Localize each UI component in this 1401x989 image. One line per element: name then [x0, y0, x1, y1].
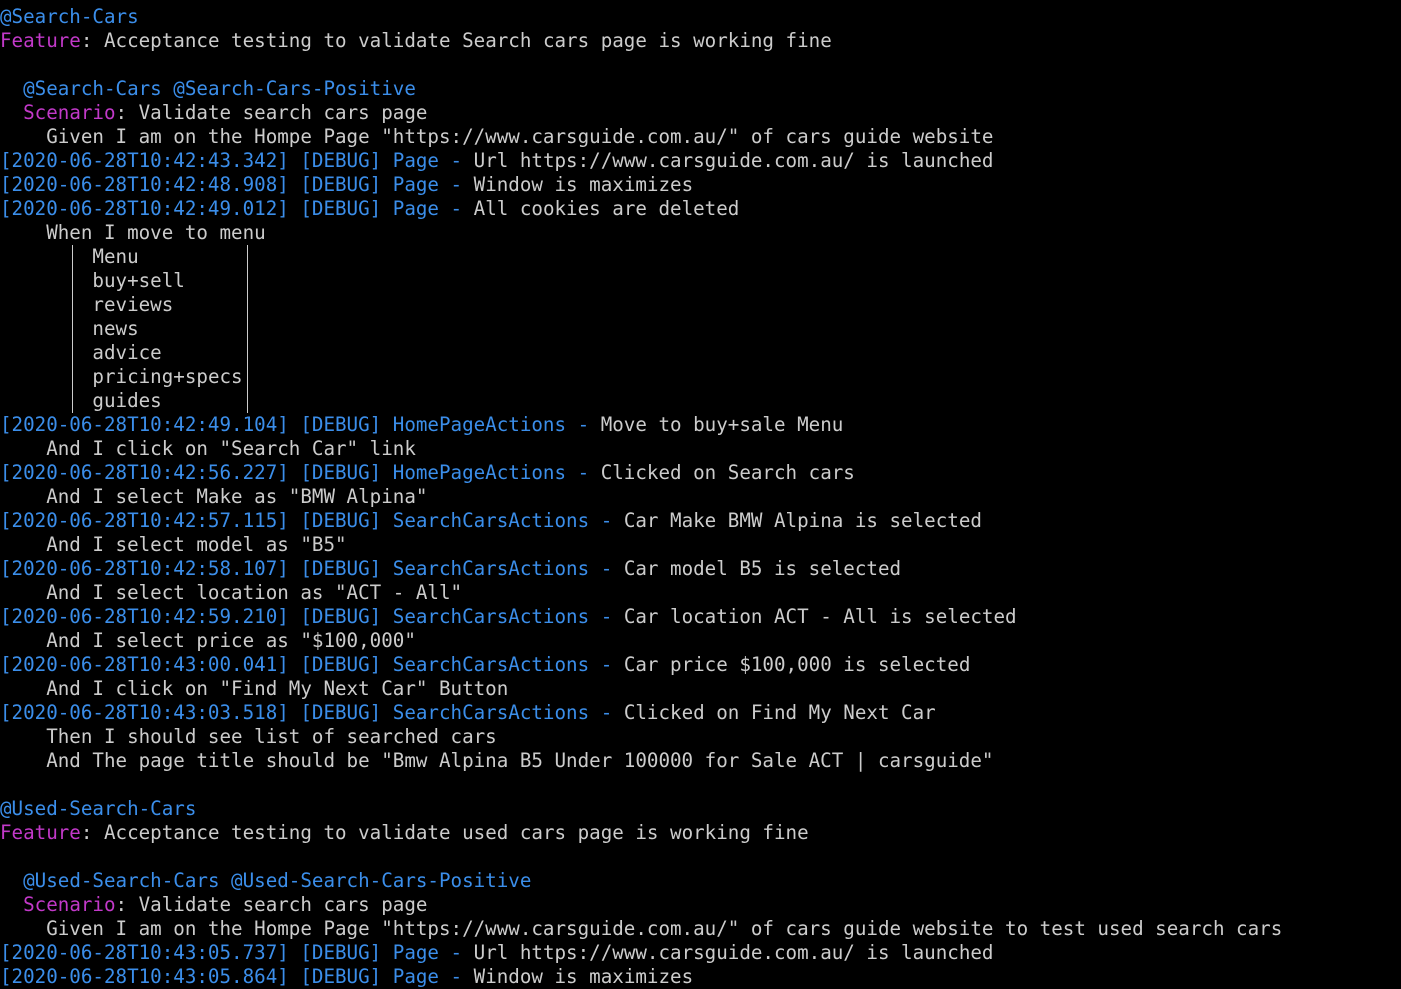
terminal-line: @Search-Cars — [0, 5, 1401, 29]
log-prefix: [2020-06-28T10:43:03.518] [DEBUG] Search… — [0, 701, 624, 724]
terminal-line: Given I am on the Hompe Page "https://ww… — [0, 125, 1401, 149]
log-prefix: [2020-06-28T10:43:00.041] [DEBUG] Search… — [0, 653, 624, 676]
log-prefix: [2020-06-28T10:43:05.737] [DEBUG] Page - — [0, 941, 474, 964]
terminal-line: [2020-06-28T10:42:57.115] [DEBUG] Search… — [0, 509, 1401, 533]
terminal-line: Given I am on the Hompe Page "https://ww… — [0, 917, 1401, 941]
step-text: When I move to menu — [0, 221, 266, 244]
terminal-line: [2020-06-28T10:42:43.342] [DEBUG] Page -… — [0, 149, 1401, 173]
keyword-text: : Validate search cars page — [115, 101, 428, 124]
terminal-line: And I select Make as "BMW Alpina" — [0, 485, 1401, 509]
tag-line: @Used-Search-Cars @Used-Search-Cars-Posi… — [23, 869, 532, 892]
terminal-line: [2020-06-28T10:42:58.107] [DEBUG] Search… — [0, 557, 1401, 581]
terminal-line: [2020-06-28T10:42:48.908] [DEBUG] Page -… — [0, 173, 1401, 197]
log-message: Car Make BMW Alpina is selected — [623, 509, 982, 532]
table-row: news — [0, 317, 1401, 341]
terminal-line: [2020-06-28T10:42:56.227] [DEBUG] HomePa… — [0, 461, 1401, 485]
step-text: Then I should see list of searched cars — [0, 725, 497, 748]
terminal-line: [2020-06-28T10:42:59.210] [DEBUG] Search… — [0, 605, 1401, 629]
tag-line: @Used-Search-Cars — [0, 797, 197, 820]
table-cell: guides — [92, 389, 162, 412]
terminal-line: @Search-Cars @Search-Cars-Positive — [0, 77, 1401, 101]
table-row: pricing+specs — [0, 365, 1401, 389]
log-message: All cookies are deleted — [473, 197, 740, 220]
step-text: And I select price as "$100,000" — [0, 629, 416, 652]
log-prefix: [2020-06-28T10:42:48.908] [DEBUG] Page - — [0, 173, 474, 196]
terminal-line: Scenario: Validate search cars page — [0, 101, 1401, 125]
tag-line: @Search-Cars — [0, 5, 139, 28]
terminal-line: Feature: Acceptance testing to validate … — [0, 821, 1401, 845]
terminal-line: And I click on "Search Car" link — [0, 437, 1401, 461]
log-prefix: [2020-06-28T10:42:43.342] [DEBUG] Page - — [0, 149, 474, 172]
log-message: Car price $100,000 is selected — [623, 653, 971, 676]
log-prefix: [2020-06-28T10:42:58.107] [DEBUG] Search… — [0, 557, 624, 580]
terminal-line: [2020-06-28T10:43:00.041] [DEBUG] Search… — [0, 653, 1401, 677]
keyword: Feature — [0, 821, 81, 844]
log-prefix: [2020-06-28T10:42:49.012] [DEBUG] Page - — [0, 197, 474, 220]
menu-table: Menu buy+sell reviews news advice pricin… — [0, 245, 1401, 413]
log-prefix: [2020-06-28T10:42:49.104] [DEBUG] HomePa… — [0, 413, 601, 436]
table-cell: pricing+specs — [92, 365, 243, 388]
table-cell: advice — [92, 341, 162, 364]
log-message: Car location ACT - All is selected — [623, 605, 1017, 628]
terminal-line: Then I should see list of searched cars — [0, 725, 1401, 749]
keyword: Scenario — [23, 101, 116, 124]
log-message: Move to buy+sale Menu — [600, 413, 844, 436]
step-text: And The page title should be "Bmw Alpina… — [0, 749, 994, 772]
step-text: And I select Make as "BMW Alpina" — [0, 485, 428, 508]
log-prefix: [2020-06-28T10:42:59.210] [DEBUG] Search… — [0, 605, 624, 628]
terminal-line: And The page title should be "Bmw Alpina… — [0, 749, 1401, 773]
log-prefix: [2020-06-28T10:42:57.115] [DEBUG] Search… — [0, 509, 624, 532]
tag-line: @Search-Cars @Search-Cars-Positive — [23, 77, 416, 100]
terminal-line: And I select location as "ACT - All" — [0, 581, 1401, 605]
terminal-line: When I move to menu — [0, 221, 1401, 245]
log-prefix: [2020-06-28T10:42:56.227] [DEBUG] HomePa… — [0, 461, 601, 484]
log-message: Clicked on Search cars — [600, 461, 855, 484]
table-border-right — [247, 245, 248, 413]
table-row: advice — [0, 341, 1401, 365]
terminal-line: And I select price as "$100,000" — [0, 629, 1401, 653]
terminal-line: [2020-06-28T10:43:03.518] [DEBUG] Search… — [0, 701, 1401, 725]
log-message: Window is maximizes — [473, 965, 694, 988]
terminal-line: @Used-Search-Cars @Used-Search-Cars-Posi… — [0, 869, 1401, 893]
log-message: Window is maximizes — [473, 173, 694, 196]
step-text: Given I am on the Hompe Page "https://ww… — [0, 917, 1283, 940]
step-text: Given I am on the Hompe Page "https://ww… — [0, 125, 994, 148]
log-message: Url https://www.carsguide.com.au/ is lau… — [473, 149, 994, 172]
keyword: Scenario — [23, 893, 116, 916]
keyword-text: : Acceptance testing to validate Search … — [80, 29, 832, 52]
log-message: Url https://www.carsguide.com.au/ is lau… — [473, 941, 994, 964]
terminal-line: And I click on "Find My Next Car" Button — [0, 677, 1401, 701]
step-text: And I click on "Search Car" link — [0, 437, 416, 460]
terminal-line: And I select model as "B5" — [0, 533, 1401, 557]
table-cell: buy+sell — [92, 269, 185, 292]
table-row: guides — [0, 389, 1401, 413]
terminal-line: [2020-06-28T10:42:49.012] [DEBUG] Page -… — [0, 197, 1401, 221]
terminal-line: [2020-06-28T10:43:05.864] [DEBUG] Page -… — [0, 965, 1401, 989]
terminal-output: @Search-Cars Feature: Acceptance testing … — [0, 5, 1401, 989]
step-text: And I select model as "B5" — [0, 533, 347, 556]
terminal-line: @Used-Search-Cars — [0, 797, 1401, 821]
step-text: And I select location as "ACT - All" — [0, 581, 463, 604]
terminal-line: [2020-06-28T10:43:05.737] [DEBUG] Page -… — [0, 941, 1401, 965]
terminal-line: Scenario: Validate search cars page — [0, 893, 1401, 917]
table-row: reviews — [0, 293, 1401, 317]
table-row: buy+sell — [0, 269, 1401, 293]
terminal-line: [2020-06-28T10:42:49.104] [DEBUG] HomePa… — [0, 413, 1401, 437]
table-cell: Menu — [92, 245, 139, 268]
keyword: Feature — [0, 29, 81, 52]
log-prefix: [2020-06-28T10:43:05.864] [DEBUG] Page - — [0, 965, 474, 988]
keyword-text: : Validate search cars page — [115, 893, 428, 916]
terminal-line: Feature: Acceptance testing to validate … — [0, 29, 1401, 53]
table-cell: news — [92, 317, 139, 340]
log-message: Car model B5 is selected — [623, 557, 902, 580]
step-text: And I click on "Find My Next Car" Button — [0, 677, 509, 700]
table-border-left — [72, 245, 73, 413]
table-row: Menu — [0, 245, 1401, 269]
keyword-text: : Acceptance testing to validate used ca… — [80, 821, 809, 844]
table-cell: reviews — [92, 293, 174, 316]
log-message: Clicked on Find My Next Car — [623, 701, 936, 724]
